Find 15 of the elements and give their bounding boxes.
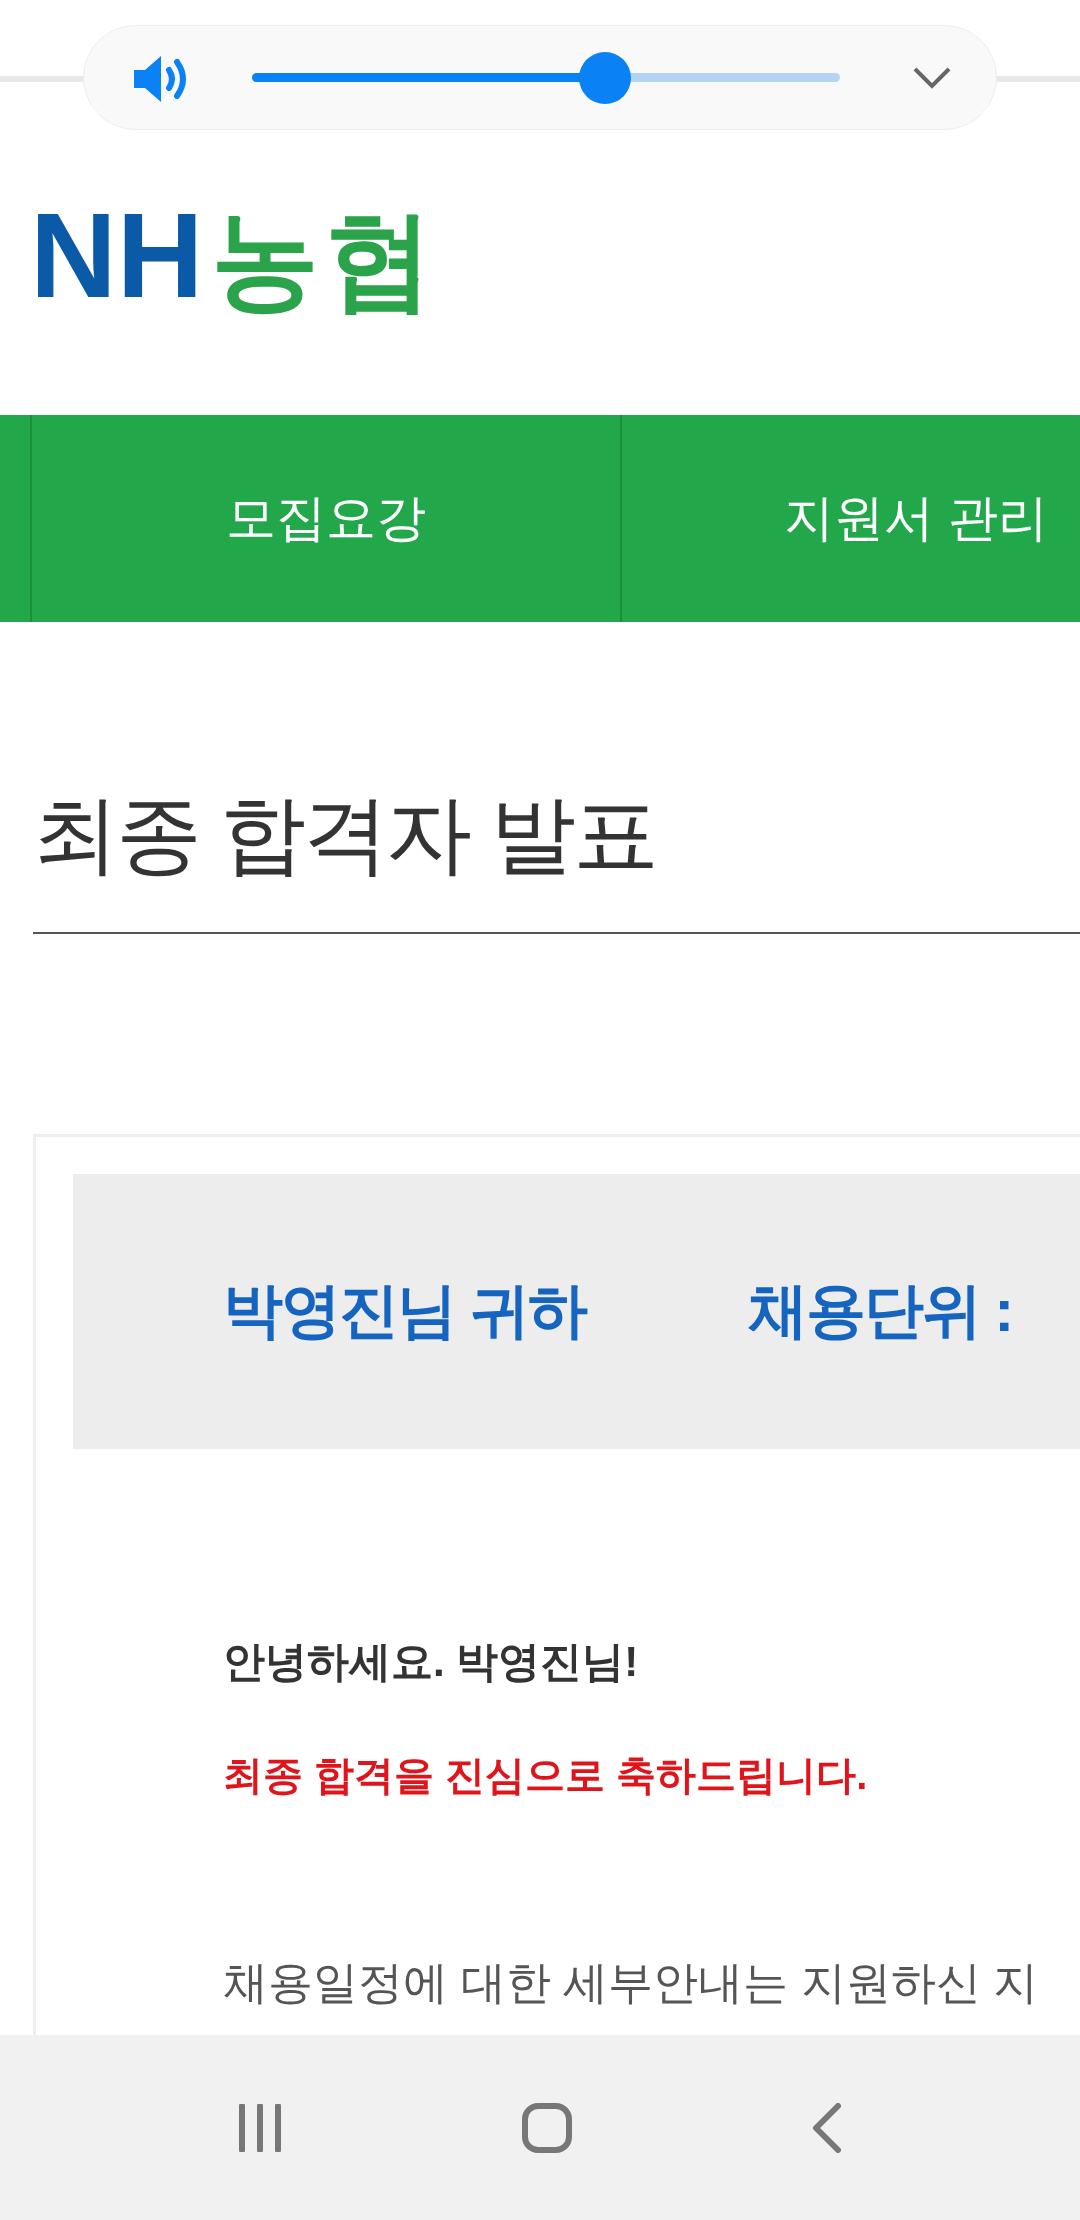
recipient-name: 박영진님 귀하 (223, 1275, 586, 1346)
body-text: 채용일정에 대한 세부안내는 지원하신 지 (223, 1955, 1039, 2010)
volume-slider[interactable] (252, 52, 840, 104)
unit-label: 채용단위 : (747, 1275, 1013, 1346)
greeting-text: 안녕하세요. 박영진님! (223, 1636, 640, 1687)
nav-tab[interactable]: 지원서 관리 (620, 415, 1080, 622)
recent-apps-icon[interactable] (238, 2103, 282, 2152)
slider-thumb[interactable] (578, 52, 631, 104)
logo[interactable]: NH농협 (30, 195, 440, 315)
chevron-down-icon[interactable] (912, 66, 952, 90)
back-icon[interactable] (812, 2102, 842, 2153)
congratulation-text: 최종 합격을 진심으로 축하드립니다. (223, 1751, 869, 1799)
home-icon[interactable] (522, 2102, 572, 2153)
page-title: 최종 합격자 발표 (33, 622, 1080, 934)
nav-tab[interactable]: 모집요강 (30, 415, 620, 622)
